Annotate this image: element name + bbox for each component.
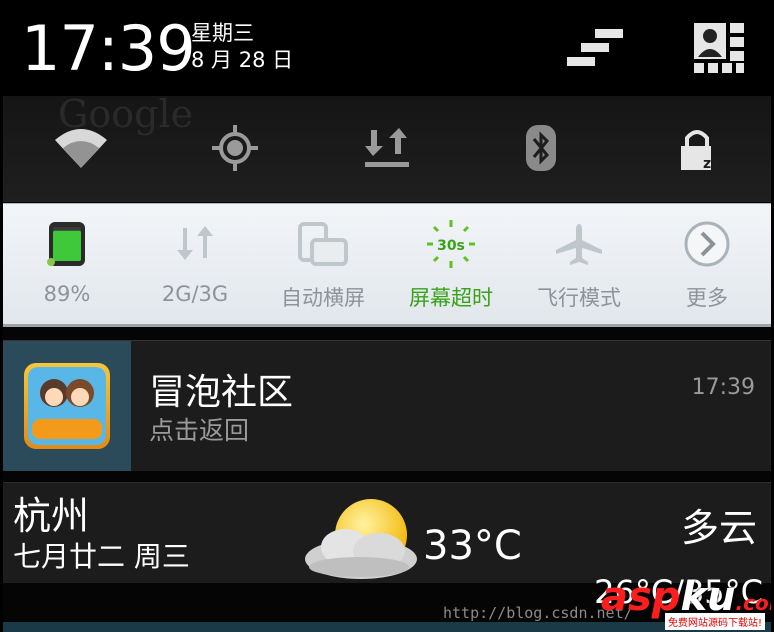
- airplane-label: 飞行模式: [537, 286, 621, 310]
- profile-settings-icon: [694, 23, 744, 73]
- rotate-label: 自动横屏: [281, 286, 365, 310]
- date-block: 星期三 8 月 28 日: [191, 20, 293, 74]
- screen-timeout-toggle[interactable]: 30s 屏幕超时: [391, 214, 511, 320]
- notification-icon-box: [3, 341, 131, 471]
- wifi-toggle[interactable]: [51, 120, 111, 176]
- partly-cloudy-icon: [299, 497, 419, 581]
- weather-temperature: 33°C: [423, 523, 522, 569]
- timeout-badge: 30s: [437, 238, 465, 254]
- more-label: 更多: [686, 286, 728, 310]
- weekday-label: 星期三: [191, 21, 254, 45]
- svg-text:zz: zz: [703, 156, 719, 172]
- clear-all-icon: [567, 29, 623, 66]
- status-header: 17:39 星期三 8 月 28 日: [3, 0, 771, 96]
- data-transfer-icon: [365, 128, 409, 167]
- airplane-toggle[interactable]: 飞行模式: [519, 214, 639, 320]
- notification-subtitle: 点击返回: [149, 416, 250, 445]
- date-label: 8 月 28 日: [191, 48, 294, 72]
- clear-notifications-button[interactable]: [565, 20, 625, 76]
- weather-condition: 多云: [680, 506, 757, 550]
- network-switch-icon: [177, 226, 213, 260]
- wifi-icon: [55, 129, 107, 168]
- notification-time: 17:39: [691, 375, 755, 400]
- weather-city: 杭州: [13, 494, 90, 538]
- data-toggle[interactable]: [357, 120, 417, 176]
- weather-widget[interactable]: 杭州 七月廿二 周三 33°C 多云 26°C/35°C: [3, 482, 771, 611]
- app-notification[interactable]: 冒泡社区 点击返回 17:39: [3, 340, 771, 471]
- settings-profile-button[interactable]: [689, 20, 749, 76]
- screen-timeout-icon: 30s: [427, 220, 475, 268]
- bluetooth-icon: [526, 125, 556, 171]
- screen-timeout-label: 屏幕超时: [409, 286, 493, 310]
- battery-toggle[interactable]: 89%: [7, 214, 127, 320]
- airplane-icon: [556, 224, 602, 265]
- watermark-tagline: 免费网站源码下载站!: [665, 613, 766, 630]
- location-icon: [212, 125, 258, 171]
- sleep-lock-toggle[interactable]: zz: [671, 120, 731, 176]
- more-toggle[interactable]: 更多: [647, 214, 767, 320]
- gps-toggle[interactable]: [205, 120, 265, 176]
- battery-icon: [47, 222, 85, 266]
- bubble-community-app-icon: [24, 363, 110, 449]
- notification-shade: 17:39 星期三 8 月 28 日 Google zz 89% 2G/3G 自…: [3, 0, 771, 632]
- weather-date: 七月廿二 周三: [13, 540, 190, 573]
- battery-label: 89%: [43, 282, 91, 306]
- network-label: 2G/3G: [161, 282, 229, 306]
- network-toggle[interactable]: 2G/3G: [135, 214, 255, 320]
- notification-title: 冒泡社区: [149, 372, 294, 413]
- clock-time: 17:39: [21, 12, 196, 85]
- sleep-lock-icon: zz: [681, 130, 719, 172]
- chevron-right-icon: [684, 221, 730, 267]
- next-notification-edge: [3, 622, 771, 632]
- bluetooth-toggle[interactable]: [511, 120, 571, 176]
- rotate-toggle[interactable]: 自动横屏: [263, 214, 383, 320]
- rotate-icon: [298, 222, 348, 266]
- extended-toggle-panel: 89% 2G/3G 自动横屏 30s 屏幕超时 飞行模式 更多: [3, 203, 771, 327]
